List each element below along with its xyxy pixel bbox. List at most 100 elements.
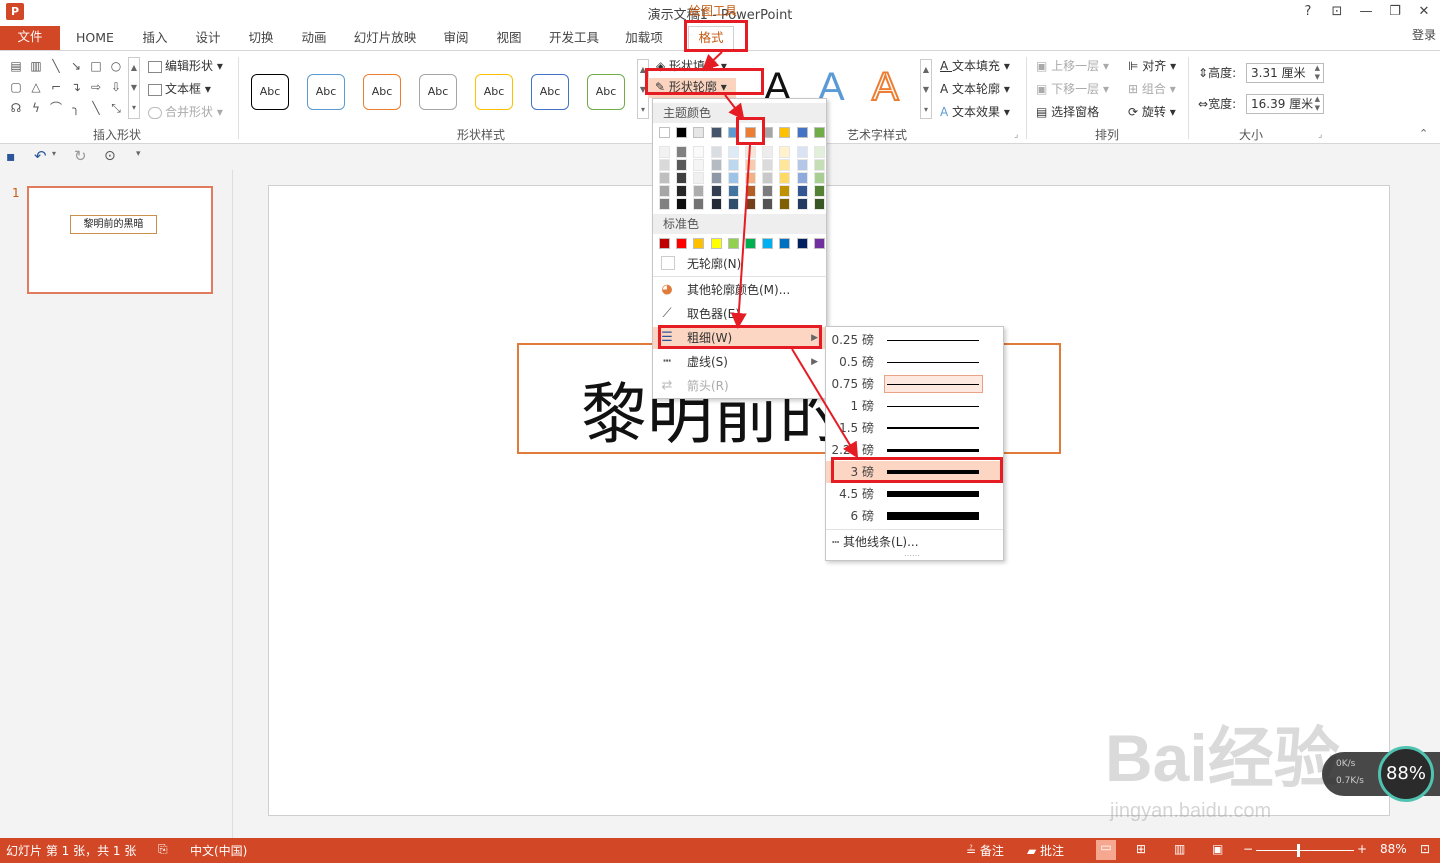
arc-shape-icon[interactable]: ⌒ <box>48 101 64 115</box>
width-input[interactable]: 16.39 厘米 ▲ ▼ <box>1246 94 1324 114</box>
bring-forward-button[interactable]: ▣ 上移一层 ▾ <box>1036 57 1109 74</box>
spinner-icon[interactable]: ▲ ▼ <box>1315 95 1320 113</box>
theme-color-shade-swatch[interactable] <box>710 159 722 171</box>
minimize-icon[interactable]: — <box>1353 2 1379 22</box>
theme-color-shade-swatch[interactable] <box>727 172 739 184</box>
reading-view-icon[interactable]: ▥ <box>1174 842 1185 856</box>
theme-color-shade-swatch[interactable] <box>779 146 791 158</box>
elbow-arrow-shape-icon[interactable]: ↴ <box>68 80 84 94</box>
arrows-item[interactable]: ⇄ 箭头(R) <box>653 375 826 397</box>
dialog-launcher-icon[interactable]: ⌟ <box>1318 130 1322 140</box>
theme-color-shade-swatch[interactable] <box>676 185 688 197</box>
no-outline-item[interactable]: 无轮廓(N) <box>653 253 826 275</box>
tab-transitions[interactable]: 切换 <box>241 28 281 50</box>
zoom-slider-thumb[interactable] <box>1297 844 1301 857</box>
theme-color-shade-swatch[interactable] <box>796 185 808 197</box>
merge-shapes-button[interactable]: 合并形状 ▾ <box>148 103 223 120</box>
collapse-ribbon-icon[interactable]: ⌃ <box>1419 127 1428 140</box>
shape-style-preset[interactable]: Abc <box>419 74 457 110</box>
restore-icon[interactable]: ❐ <box>1382 2 1408 22</box>
theme-color-shade-swatch[interactable] <box>762 198 774 210</box>
undo-icon[interactable]: ↶ <box>34 147 47 165</box>
zoom-slider-track[interactable] <box>1256 850 1354 851</box>
standard-color-swatch[interactable] <box>796 238 808 249</box>
close-icon[interactable]: ✕ <box>1411 2 1437 22</box>
align-button[interactable]: ⊫ 对齐 ▾ <box>1128 57 1176 74</box>
theme-color-shade-swatch[interactable] <box>813 185 825 197</box>
standard-color-swatch[interactable] <box>693 238 705 249</box>
standard-color-swatch[interactable] <box>676 238 688 249</box>
tab-insert[interactable]: 插入 <box>135 28 175 50</box>
shape-style-preset[interactable]: Abc <box>475 74 513 110</box>
customize-qat-icon[interactable]: ▾ <box>136 149 141 159</box>
theme-color-shade-swatch[interactable] <box>659 198 670 210</box>
ribbon-display-options-icon[interactable]: ⊡ <box>1324 2 1350 22</box>
shape-style-preset[interactable]: Abc <box>307 74 345 110</box>
theme-color-swatch[interactable] <box>796 127 808 138</box>
theme-color-shade-swatch[interactable] <box>762 172 774 184</box>
theme-color-shade-swatch[interactable] <box>745 198 756 210</box>
standard-color-swatch[interactable] <box>779 238 791 249</box>
weight-option[interactable]: 4.5 磅 <box>826 483 1003 505</box>
notes-button[interactable]: ≟ 备注 <box>966 842 1004 859</box>
send-backward-button[interactable]: ▣ 下移一层 ▾ <box>1036 80 1109 97</box>
theme-color-shade-swatch[interactable] <box>727 159 739 171</box>
theme-color-shade-swatch[interactable] <box>796 172 808 184</box>
theme-color-shade-swatch[interactable] <box>813 146 825 158</box>
tab-design[interactable]: 设计 <box>188 28 228 50</box>
theme-color-shade-swatch[interactable] <box>779 172 791 184</box>
zoom-level[interactable]: 88% <box>1380 842 1407 856</box>
theme-color-swatch[interactable] <box>710 127 722 138</box>
comments-button[interactable]: ▰ 批注 <box>1027 842 1064 859</box>
theme-color-shade-swatch[interactable] <box>676 146 688 158</box>
vertical-textbox-shape-icon[interactable]: ▥ <box>28 59 44 73</box>
theme-color-shade-swatch[interactable] <box>659 159 670 171</box>
spell-check-icon[interactable]: ⎘ <box>158 842 168 857</box>
resize-grip-icon[interactable]: ⋯⋯ <box>904 551 920 560</box>
weight-option[interactable]: 6 磅 <box>826 505 1003 527</box>
tab-addins[interactable]: 加载项 <box>618 28 670 50</box>
tab-developer[interactable]: 开发工具 <box>543 28 605 50</box>
theme-color-shade-swatch[interactable] <box>745 185 756 197</box>
theme-color-shade-swatch[interactable] <box>693 146 705 158</box>
theme-color-shade-swatch[interactable] <box>693 185 705 197</box>
text-outline-button[interactable]: A 文本轮廓 ▾ <box>940 80 1010 97</box>
slide-thumbnail[interactable] <box>27 186 213 294</box>
slide-sorter-icon[interactable]: ⊞ <box>1136 842 1146 856</box>
rotate-button[interactable]: ⟳ 旋转 ▾ <box>1128 103 1176 120</box>
shape-style-preset[interactable]: Abc <box>363 74 401 110</box>
theme-color-swatch[interactable] <box>693 127 705 138</box>
theme-color-shade-swatch[interactable] <box>796 198 808 210</box>
theme-color-shade-swatch[interactable] <box>710 198 722 210</box>
selection-pane-button[interactable]: ▤ 选择窗格 <box>1036 103 1099 120</box>
theme-color-shade-swatch[interactable] <box>762 146 774 158</box>
shape-style-preset[interactable]: Abc <box>587 74 625 110</box>
theme-color-shade-swatch[interactable] <box>727 185 739 197</box>
more-outline-colors-item[interactable]: ◕ 其他轮廓颜色(M)... <box>653 279 826 301</box>
diagonal-line-shape-icon[interactable]: ╲ <box>88 101 104 115</box>
standard-color-swatch[interactable] <box>727 238 739 249</box>
theme-color-shade-swatch[interactable] <box>813 198 825 210</box>
tab-slideshow[interactable]: 幻灯片放映 <box>348 28 422 50</box>
standard-color-swatch[interactable] <box>813 238 825 249</box>
standard-color-swatch[interactable] <box>659 238 670 249</box>
repeat-icon[interactable]: ↻ <box>74 147 87 165</box>
oval-shape-icon[interactable]: ○ <box>108 59 124 73</box>
tab-animations[interactable]: 动画 <box>294 28 334 50</box>
wordart-style-orange-outline[interactable]: A <box>871 64 900 110</box>
theme-color-shade-swatch[interactable] <box>710 172 722 184</box>
theme-color-shade-swatch[interactable] <box>762 185 774 197</box>
edit-shape-button[interactable]: 编辑形状 ▾ <box>148 57 223 74</box>
theme-color-shade-swatch[interactable] <box>676 172 688 184</box>
theme-color-shade-swatch[interactable] <box>727 198 739 210</box>
theme-color-shade-swatch[interactable] <box>779 159 791 171</box>
tab-file[interactable]: 文件 <box>0 26 60 50</box>
language-indicator[interactable]: 中文(中国) <box>190 842 247 859</box>
theme-color-shade-swatch[interactable] <box>796 159 808 171</box>
weight-option[interactable]: 1 磅 <box>826 395 1003 417</box>
theme-color-shade-swatch[interactable] <box>779 185 791 197</box>
standard-color-swatch[interactable] <box>745 238 756 249</box>
weight-option[interactable]: 0.5 磅 <box>826 351 1003 373</box>
rectangle-shape-icon[interactable]: □ <box>88 59 104 73</box>
triangle-shape-icon[interactable]: △ <box>28 80 44 94</box>
